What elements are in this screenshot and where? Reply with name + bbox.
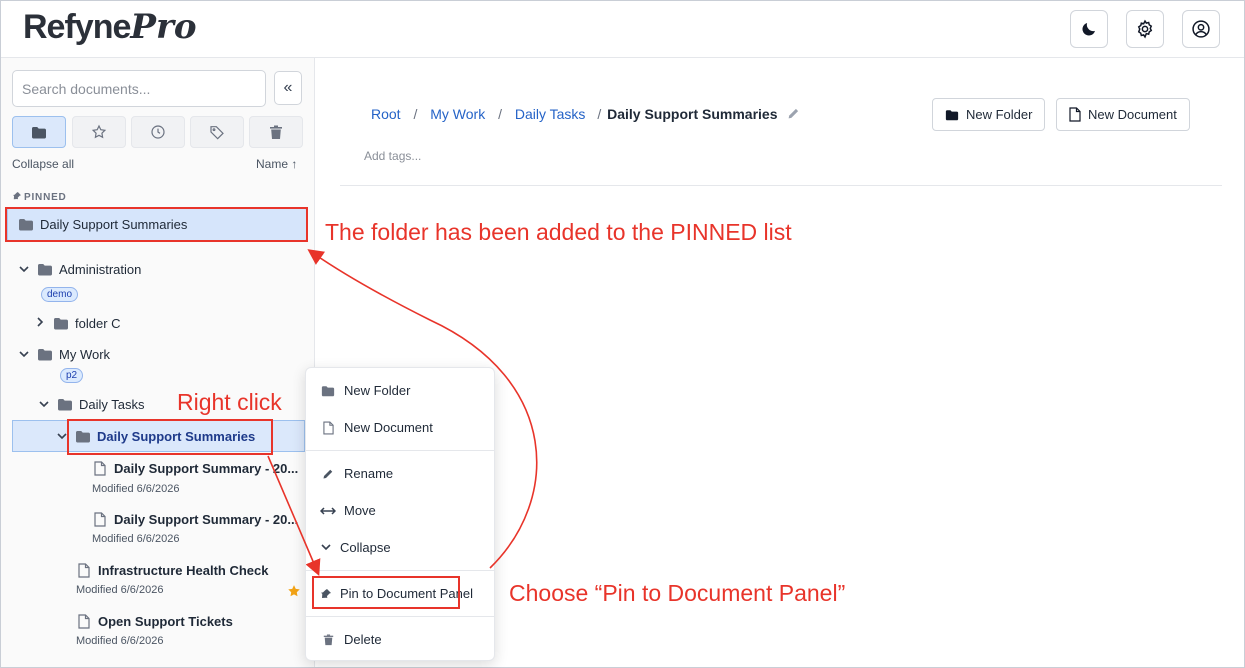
folder-icon xyxy=(38,349,52,361)
folder-icon xyxy=(32,126,46,138)
pencil-icon[interactable] xyxy=(787,107,800,120)
document-modified: Modified 6/6/2026 xyxy=(76,584,164,596)
tab-folders[interactable] xyxy=(12,116,66,148)
user-menu-button[interactable] xyxy=(1182,10,1220,48)
document-icon xyxy=(322,420,334,435)
annotation-pinned-note: The folder has been added to the PINNED … xyxy=(325,219,792,245)
star-icon[interactable] xyxy=(287,584,301,598)
tab-recent[interactable] xyxy=(131,116,185,148)
tag-badge[interactable]: p2 xyxy=(60,368,84,383)
document-modified: Modified 6/6/2026 xyxy=(92,533,180,545)
folder-label: My Work xyxy=(59,347,111,362)
menu-separator xyxy=(306,570,494,571)
tab-tags[interactable] xyxy=(190,116,244,148)
new-folder-button[interactable]: New Folder xyxy=(932,98,1046,131)
document-title: Daily Support Summary - 20... xyxy=(114,512,299,527)
content-divider xyxy=(340,185,1222,186)
menu-item-move[interactable]: Move xyxy=(320,503,376,518)
menu-item-new-folder[interactable]: New Folder xyxy=(320,383,410,398)
page-title: Daily Support Summaries xyxy=(607,106,778,122)
tree-folder-c[interactable]: folder C xyxy=(33,316,121,331)
breadcrumb-separator: / xyxy=(498,106,502,122)
settings-button[interactable] xyxy=(1126,10,1164,48)
breadcrumb-daily-tasks[interactable]: Daily Tasks xyxy=(515,106,586,122)
theme-toggle-button[interactable] xyxy=(1070,10,1108,48)
breadcrumb-my-work[interactable]: My Work xyxy=(430,106,485,122)
moon-icon xyxy=(1082,23,1095,36)
document-title: Open Support Tickets xyxy=(98,614,233,629)
document-icon xyxy=(94,461,106,476)
trash-icon xyxy=(323,634,333,645)
menu-item-delete[interactable]: Delete xyxy=(320,632,382,647)
pin-icon xyxy=(13,192,21,200)
tab-trash[interactable] xyxy=(249,116,303,148)
folder-icon xyxy=(38,264,52,276)
tree-folder-daily-tasks[interactable]: Daily Tasks xyxy=(37,397,145,412)
document-icon xyxy=(1069,107,1081,122)
document-title: Infrastructure Health Check xyxy=(98,563,269,578)
chevron-down-icon[interactable] xyxy=(17,349,31,361)
folder-label: Daily Tasks xyxy=(79,397,145,412)
new-document-button[interactable]: New Document xyxy=(1056,98,1190,131)
document-icon xyxy=(78,563,90,578)
annotation-box-folder xyxy=(67,419,273,455)
annotation-box-pinned xyxy=(5,207,308,242)
document-modified: Modified 6/6/2026 xyxy=(76,635,164,647)
menu-item-rename[interactable]: Rename xyxy=(320,466,393,481)
context-menu: New Folder New Document Rename Move Coll… xyxy=(305,367,495,661)
menu-item-collapse[interactable]: Collapse xyxy=(320,540,391,555)
pinned-heading: PINNED xyxy=(13,192,67,203)
document-icon xyxy=(78,614,90,629)
breadcrumb-separator: / xyxy=(413,106,418,122)
folder-label: folder C xyxy=(75,316,121,331)
app-header: RefynePro xyxy=(1,1,1244,58)
folder-label: Administration xyxy=(59,262,142,277)
chevron-down-icon xyxy=(321,544,331,551)
document-sidebar: « Collapse all Name ↑ PINNED Daily Suppo… xyxy=(1,58,315,667)
star-icon xyxy=(91,124,107,139)
chevron-right-icon[interactable] xyxy=(33,317,47,330)
folder-icon xyxy=(945,109,959,120)
menu-separator xyxy=(306,616,494,617)
folder-icon xyxy=(58,399,72,411)
sort-toggle[interactable]: Name ↑ xyxy=(256,157,297,171)
collapse-all-link[interactable]: Collapse all xyxy=(12,157,74,171)
tab-favorites[interactable] xyxy=(72,116,126,148)
pencil-icon xyxy=(323,469,333,478)
gear-icon xyxy=(1137,19,1153,39)
annotation-choose-note: Choose “Pin to Document Panel” xyxy=(509,580,846,606)
tag-icon xyxy=(210,126,224,140)
clock-icon xyxy=(151,125,165,139)
user-icon xyxy=(1192,20,1210,38)
breadcrumb-root[interactable]: Root xyxy=(371,106,401,122)
add-tags-input[interactable]: Add tags... xyxy=(364,149,421,163)
document-icon xyxy=(94,512,106,527)
annotation-right-click: Right click xyxy=(177,389,282,415)
breadcrumb-separator: / xyxy=(597,106,602,122)
search-input[interactable] xyxy=(12,70,266,107)
chevron-down-icon[interactable] xyxy=(17,264,31,276)
document-title: Daily Support Summary - 20... xyxy=(114,461,299,476)
breadcrumb: Root / My Work / Daily Tasks / Daily Sup… xyxy=(371,106,800,122)
collapse-sidebar-button[interactable]: « xyxy=(274,71,302,105)
app-logo[interactable]: RefynePro xyxy=(23,7,197,47)
annotation-box-pin-option xyxy=(312,576,460,609)
tree-folder-administration[interactable]: Administration xyxy=(17,262,141,277)
folder-icon xyxy=(54,318,68,330)
move-arrows-icon xyxy=(320,506,336,515)
tag-badge[interactable]: demo xyxy=(41,287,79,302)
menu-item-new-document[interactable]: New Document xyxy=(320,420,433,435)
trash-icon xyxy=(270,125,282,139)
chevron-down-icon[interactable] xyxy=(37,399,51,411)
folder-icon xyxy=(321,385,335,396)
tree-folder-my-work[interactable]: My Work xyxy=(17,347,110,362)
menu-separator xyxy=(306,450,494,451)
document-modified: Modified 6/6/2026 xyxy=(92,483,180,495)
